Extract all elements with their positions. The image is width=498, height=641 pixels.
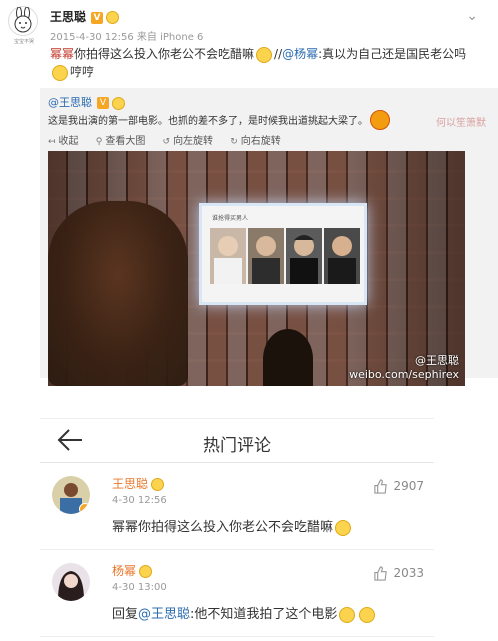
portrait-4 xyxy=(324,228,360,284)
comment-time: 4-30 13:00 xyxy=(112,582,167,593)
commenter-avatar-image xyxy=(52,563,90,601)
thumbs-up-icon xyxy=(374,566,388,581)
portrait-2 xyxy=(248,228,284,284)
comment-item: 杨幂 4-30 13:00 回复@王思聪:他不知道我拍了这个电影 2033 xyxy=(40,551,434,637)
commenter-name[interactable]: 王思聪 xyxy=(112,475,165,492)
hot-comments-panel: 热门评论 王思聪 4-30 12:56 幂幂你拍得这么投入你老公不会吃醋嘛 29… xyxy=(40,418,434,641)
portrait-1 xyxy=(210,228,246,284)
cat-emoji-icon xyxy=(359,606,376,623)
cat-emoji-icon xyxy=(339,606,356,623)
badge-emoji-icon xyxy=(151,478,165,491)
post-reply-text: :真以为自己还是国民老公吗 xyxy=(318,47,467,61)
photo-watermark: @王思聪 weibo.com/sephirex xyxy=(349,354,459,381)
post-main-text: 你拍得这么投入你老公不会吃醋嘛 xyxy=(74,47,255,61)
post-text: 幂幂你拍得这么投入你老公不会吃醋嘛 //@杨幂:真以为自己还是国民老公吗 哼哼 xyxy=(50,45,480,81)
viewer-head-silhouette xyxy=(48,201,188,386)
page-title: 热门评论 xyxy=(203,436,271,456)
badge-emoji-icon xyxy=(139,565,153,578)
quoted-author[interactable]: @王思聪 V xyxy=(48,94,125,110)
rabbit-avatar-icon xyxy=(14,6,32,33)
rotate-right-icon: ↻ xyxy=(230,137,238,147)
view-large-button[interactable]: ⚲ 查看大图 xyxy=(96,132,146,147)
quoted-text: 这是我出演的第一部电影。也抓的差不多了，是时候我出道挑起大梁了。 xyxy=(48,116,368,127)
collapse-icon: ↤ xyxy=(48,137,56,147)
avatar[interactable] xyxy=(52,563,90,601)
commenter-name[interactable]: 杨幂 xyxy=(112,562,153,579)
avatar[interactable] xyxy=(52,476,90,514)
post-separator: // xyxy=(274,47,283,61)
comment-text: 回复@王思聪:他不知道我拍了这个电影 xyxy=(112,603,377,623)
collapse-button[interactable]: ↤ 收起 xyxy=(48,132,79,147)
chevron-down-icon[interactable]: ⌄ xyxy=(466,8,478,24)
image-watermark: 何以笙箫默 xyxy=(436,118,486,129)
weibo-post: 宝宝不哭 王思聪 V 2015-4-30 12:56 来自 iPhone 6 ⌄ … xyxy=(0,0,498,88)
like-button[interactable]: 2907 xyxy=(373,479,424,494)
comment-text: 幂幂你拍得这么投入你老公不会吃醋嘛 xyxy=(112,516,353,536)
reposted-post: @王思聪 V 这是我出演的第一部电影。也抓的差不多了，是时候我出道挑起大梁了。 何… xyxy=(40,88,498,386)
rotate-right-button[interactable]: ↻ 向右旋转 xyxy=(230,132,281,147)
rotate-left-icon: ↺ xyxy=(162,137,171,147)
image-toolbar: ↤ 收起 ⚲ 查看大图 ↺ 向左旋转 ↻ 向右旋转 xyxy=(48,132,295,147)
projector-screen: 谁抢得买男人 xyxy=(199,203,367,305)
comment-time: 4-30 12:56 xyxy=(112,495,167,506)
cat-emoji-icon xyxy=(52,64,68,81)
post-meta: 2015-4-30 12:56 来自 iPhone 6 xyxy=(50,32,204,43)
hot-comments-header: 热门评论 xyxy=(40,419,434,463)
mention-text: 幂幂 xyxy=(50,47,75,61)
verified-icon: V xyxy=(97,97,109,109)
author-avatar[interactable] xyxy=(8,6,38,36)
rotate-left-button[interactable]: ↺ 向左旋转 xyxy=(163,132,214,147)
verified-icon xyxy=(79,503,90,514)
post-author[interactable]: 王思聪 V xyxy=(50,8,120,25)
viewer-head-silhouette xyxy=(263,329,313,386)
badge-emoji-icon xyxy=(112,96,125,110)
cat-emoji-icon xyxy=(256,46,273,63)
post-end-text: 哼哼 xyxy=(70,65,95,79)
cat-emoji-icon xyxy=(335,519,352,536)
comment-item: 王思聪 4-30 12:56 幂幂你拍得这么投入你老公不会吃醋嘛 2907 xyxy=(40,464,434,550)
avatar-caption: 宝宝不哭 xyxy=(13,39,34,45)
portrait-3 xyxy=(286,228,322,284)
face-emoji-icon xyxy=(370,110,390,130)
thumbs-up-icon xyxy=(374,479,388,494)
verified-icon: V xyxy=(91,11,104,24)
badge-emoji-icon xyxy=(106,11,120,24)
at-mention-link[interactable]: @杨幂 xyxy=(282,47,318,61)
post-author-name[interactable]: 王思聪 xyxy=(50,10,86,24)
at-mention-link[interactable]: @王思聪 xyxy=(138,607,190,622)
screen-caption: 谁抢得买男人 xyxy=(212,215,249,222)
quoted-author-name[interactable]: @王思聪 xyxy=(48,96,92,109)
like-button[interactable]: 2033 xyxy=(373,566,424,581)
post-photo[interactable]: 谁抢得买男人 @王思聪 weibo.com/sephirex xyxy=(48,151,465,386)
zoom-icon: ⚲ xyxy=(95,137,103,147)
